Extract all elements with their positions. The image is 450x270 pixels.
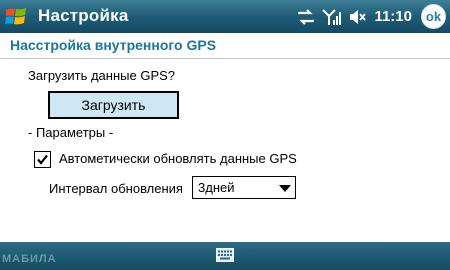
status-tray: 11:10 bbox=[296, 0, 412, 33]
network-sync-icon[interactable] bbox=[296, 8, 316, 26]
params-header: - Параметры - bbox=[28, 125, 114, 140]
ok-button[interactable]: ok bbox=[421, 4, 446, 29]
checkmark-icon bbox=[37, 154, 48, 165]
speaker-muted-icon[interactable] bbox=[348, 8, 367, 26]
title-bar: Настройка 11:10 ok bbox=[0, 0, 450, 33]
window-title: Настройка bbox=[38, 6, 129, 25]
auto-update-label[interactable]: Автометически обновлять данные GPS bbox=[59, 151, 297, 166]
interval-select[interactable]: 3дней bbox=[192, 176, 296, 199]
signal-strength-icon[interactable] bbox=[322, 8, 342, 26]
section-header: Насстройка внутренного GPS bbox=[0, 33, 450, 59]
clock[interactable]: 11:10 bbox=[374, 8, 412, 25]
chevron-down-icon bbox=[279, 185, 291, 192]
interval-label: Интервал обновления bbox=[49, 181, 183, 196]
watermark: МАБИЛА bbox=[2, 253, 57, 265]
load-question: Загрузить данные GPS? bbox=[28, 68, 176, 83]
section-title: Насстройка внутренного GPS bbox=[10, 37, 217, 53]
auto-update-checkbox[interactable] bbox=[34, 151, 51, 168]
windows-flag-icon[interactable] bbox=[2, 3, 30, 31]
interval-value: 3дней bbox=[198, 180, 235, 195]
load-button[interactable]: Загрузить bbox=[48, 91, 179, 119]
keyboard-icon[interactable] bbox=[216, 248, 234, 262]
